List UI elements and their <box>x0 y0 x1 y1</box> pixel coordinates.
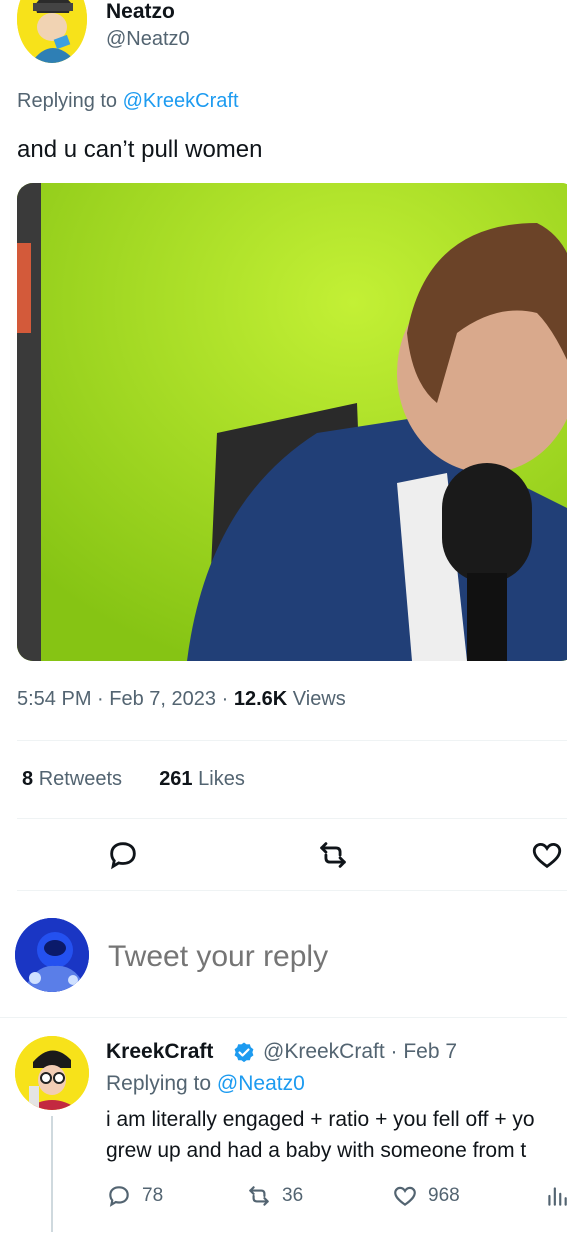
retweet-button[interactable] <box>316 838 350 872</box>
tweet-stats: 8 Retweets 261 Likes <box>22 768 245 791</box>
reply-text-line: i am literally engaged + ratio + you fel… <box>106 1108 535 1131</box>
reply-icon <box>110 842 136 870</box>
reply-like-button[interactable]: 968 <box>392 1183 460 1209</box>
reply-replying-mention[interactable]: @Neatz0 <box>217 1072 305 1095</box>
reply-retweet-count: 36 <box>282 1185 304 1206</box>
tweet-media[interactable] <box>17 183 567 661</box>
author-avatar[interactable] <box>17 0 87 63</box>
divider <box>17 890 567 891</box>
divider <box>0 1017 567 1018</box>
like-icon <box>394 1186 416 1206</box>
tweet-date[interactable]: Feb 7, 2023 <box>109 688 216 710</box>
reply-button[interactable] <box>106 838 140 872</box>
likes-count: 261 <box>159 768 193 790</box>
reply-views-button[interactable] <box>544 1183 567 1209</box>
reply-tweet[interactable]: KreekCraft @KreekCraft · Feb 7 Replying … <box>0 1020 567 1233</box>
tweet-header: Neatzo @Neatz0 <box>0 0 567 80</box>
views-icon <box>548 1187 567 1206</box>
reply-like-count: 968 <box>428 1185 460 1206</box>
reply-input[interactable] <box>108 940 548 974</box>
reply-author-avatar[interactable] <box>15 1036 89 1110</box>
reply-text: i am literally engaged + ratio + you fel… <box>106 1104 567 1166</box>
reply-reply-count: 78 <box>142 1185 164 1206</box>
views-label: Views <box>292 688 346 710</box>
views-count: 12.6K <box>233 688 288 710</box>
replying-to-mention[interactable]: @KreekCraft <box>123 90 239 112</box>
meta-separator: · <box>97 688 104 710</box>
like-button[interactable] <box>530 838 564 872</box>
retweets-count: 8 <box>22 768 34 790</box>
reply-actions: 78 36 968 <box>106 1183 567 1213</box>
reply-author-name[interactable]: KreekCraft <box>106 1040 213 1064</box>
author-display-name[interactable]: Neatzo <box>106 0 175 24</box>
divider <box>17 740 567 741</box>
meta-separator: · <box>221 688 229 710</box>
author-handle[interactable]: @Neatz0 <box>106 28 190 51</box>
compose-reply <box>0 910 567 1000</box>
reply-replying-prefix: Replying to <box>106 1072 212 1095</box>
retweets-label: Retweets <box>38 768 123 790</box>
verified-icon <box>234 1042 254 1063</box>
likes-label: Likes <box>198 768 245 790</box>
replying-prefix: Replying to <box>17 90 118 112</box>
reply-reply-button[interactable]: 78 <box>106 1183 163 1209</box>
tweet-meta: 5:54 PM · Feb 7, 2023 · 12.6K Views <box>17 688 346 711</box>
reply-author-handle-date[interactable]: @KreekCraft · Feb 7 <box>263 1040 457 1064</box>
thread-line <box>51 1116 53 1232</box>
divider <box>17 818 567 819</box>
retweets-stat[interactable]: 8 Retweets <box>22 768 128 790</box>
reply-retweet-button[interactable]: 36 <box>246 1183 303 1209</box>
reply-icon <box>109 1186 129 1207</box>
retweet-icon <box>249 1186 269 1206</box>
tweet-text: and u can’t pull women <box>17 136 263 163</box>
likes-stat[interactable]: 261 Likes <box>159 768 245 790</box>
like-icon <box>532 842 562 869</box>
my-avatar[interactable] <box>15 918 89 992</box>
retweet-icon <box>320 842 346 868</box>
tweet-time[interactable]: 5:54 PM <box>17 688 91 710</box>
replying-to: Replying to @KreekCraft <box>17 90 239 113</box>
reply-replying-to: Replying to @Neatz0 <box>106 1072 305 1096</box>
reply-text-line: grew up and had a baby with someone from… <box>106 1139 527 1162</box>
